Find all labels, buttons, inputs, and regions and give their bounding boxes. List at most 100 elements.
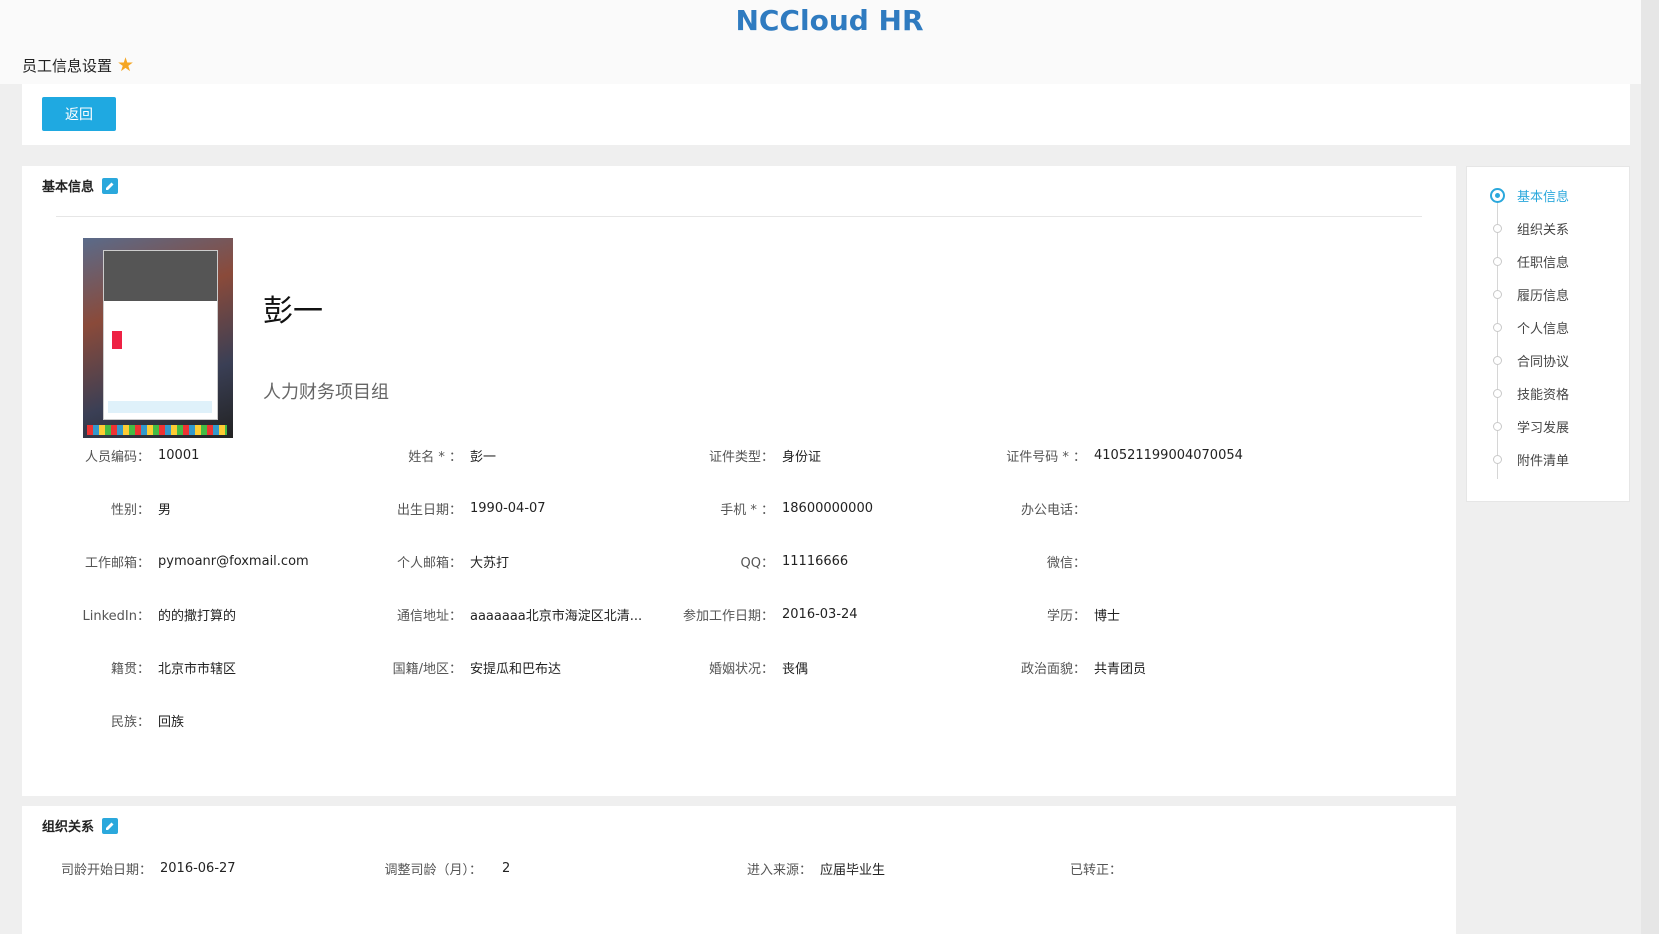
nav-item-label: 履历信息 [1517, 288, 1570, 304]
field-label: LinkedIn： [82, 608, 150, 624]
field-native-place: 籍贯： 北京市市辖区 [62, 657, 236, 677]
employee-department: 人力财务项目组 [263, 382, 389, 403]
nav-dot-icon [1493, 322, 1502, 332]
nav-item-label: 基本信息 [1517, 189, 1570, 205]
field-value: 2016-03-24 [782, 606, 858, 622]
field-ethnicity: 民族： 回族 [62, 710, 184, 730]
field-address: 通信地址： aaaaaaa北京市海淀区北清... [374, 604, 642, 624]
employee-photo [83, 238, 233, 438]
field-value: 大苏打 [470, 555, 510, 571]
org-relations-title: 组织关系 [42, 820, 95, 835]
field-qq: QQ： 11116666 [674, 551, 849, 571]
nav-item-label: 组织关系 [1517, 222, 1570, 238]
nav-item-label: 任职信息 [1517, 255, 1570, 271]
field-label: 性别： [110, 502, 150, 518]
field-value: pymoanr@foxmail.com [158, 553, 309, 569]
field-value: 410521199004070054 [1094, 447, 1243, 463]
field-gender: 性别： 男 [62, 498, 171, 518]
field-label: 进入来源： [746, 862, 812, 878]
field-label: 办公电话： [1020, 502, 1086, 518]
field-label: 通信地址： [396, 608, 462, 624]
field-value: 应届毕业生 [820, 862, 886, 878]
page-title: 员工信息设置 [22, 57, 113, 75]
field-value: aaaaaaa北京市海淀区北清... [470, 608, 643, 624]
field-label: 已转正： [1069, 862, 1122, 878]
favorite-star-icon[interactable]: ★ [117, 56, 134, 75]
field-office-phone: 办公电话： [970, 498, 1094, 518]
field-label: 学历： [1046, 608, 1086, 624]
nav-item-job-info[interactable]: 任职信息 [1467, 249, 1629, 273]
field-value: 安提瓜和巴布达 [470, 661, 562, 677]
edit-org-relations-icon[interactable] [102, 817, 119, 834]
field-label: 民族： [110, 714, 150, 730]
field-name: 姓名 * ： 彭一 [374, 445, 496, 465]
field-label: 手机 * ： [720, 502, 774, 518]
field-label: 人员编码： [84, 449, 150, 465]
nav-item-learning[interactable]: 学习发展 [1467, 414, 1629, 438]
nav-item-basic-info[interactable]: 基本信息 [1467, 183, 1629, 207]
nav-dot-icon [1493, 289, 1502, 299]
field-wechat: 微信： [970, 551, 1094, 571]
nav-dot-icon [1493, 256, 1502, 266]
field-label: 司龄开始日期： [60, 862, 152, 878]
field-label: 出生日期： [396, 502, 462, 518]
field-label: 工作邮箱： [84, 555, 150, 571]
field-mobile: 手机 * ： 18600000000 [674, 498, 873, 518]
field-id-number: 证件号码 * ： 410521199004070054 [970, 445, 1243, 465]
top-bar: NCCloud HR [0, 0, 1659, 48]
basic-info-title: 基本信息 [42, 180, 95, 195]
org-relations-panel: 组织关系 司龄开始日期： 2016-06-27 调整司龄（月）： 2 进入来源：… [22, 806, 1456, 934]
nav-item-label: 个人信息 [1517, 321, 1570, 337]
field-value: 博士 [1094, 608, 1121, 624]
field-label: 婚姻状况： [708, 661, 774, 677]
edit-basic-info-icon[interactable] [102, 177, 119, 194]
back-button[interactable]: 返回 [42, 97, 116, 131]
field-political-status: 政治面貌： 共青团员 [970, 657, 1146, 677]
field-label: 政治面貌： [1020, 661, 1086, 677]
field-value: 1990-04-07 [470, 500, 546, 516]
nav-dot-icon [1493, 223, 1502, 233]
field-value: 身份证 [782, 449, 822, 465]
field-entry-source: 进入来源： 应届毕业生 [712, 858, 885, 878]
nav-dot-icon [1490, 187, 1505, 203]
field-value: 丧偶 [782, 661, 809, 677]
nav-dot-icon [1493, 388, 1502, 398]
field-value: 10001 [158, 447, 200, 463]
field-label: 参加工作日期： [682, 608, 774, 624]
nav-item-label: 技能资格 [1517, 387, 1570, 403]
field-value: 18600000000 [782, 500, 873, 516]
nav-item-personal-info[interactable]: 个人信息 [1467, 315, 1629, 339]
field-birth-date: 出生日期： 1990-04-07 [374, 498, 546, 518]
nav-item-label: 附件清单 [1517, 453, 1570, 469]
field-personal-email: 个人邮箱： 大苏打 [374, 551, 509, 571]
nav-item-contracts[interactable]: 合同协议 [1467, 348, 1629, 372]
nav-dot-icon [1493, 355, 1502, 365]
field-work-start-date: 参加工作日期： 2016-03-24 [674, 604, 858, 624]
field-staff-code: 人员编码： 10001 [62, 445, 199, 465]
employee-name: 彭一 [263, 294, 323, 329]
org-relations-header: 组织关系 [42, 816, 119, 835]
page-title-wrap: 员工信息设置 ★ [22, 55, 134, 76]
field-tenure-adjust: 调整司龄（月）： 2 [362, 858, 510, 878]
nav-item-org-relations[interactable]: 组织关系 [1467, 216, 1629, 240]
nav-dot-icon [1493, 454, 1502, 464]
basic-info-header: 基本信息 [42, 176, 119, 195]
field-label: 个人邮箱： [396, 555, 462, 571]
nav-item-skills[interactable]: 技能资格 [1467, 381, 1629, 405]
nav-dot-icon [1493, 421, 1502, 431]
field-value: 2016-06-27 [160, 860, 236, 876]
nav-item-resume-info[interactable]: 履历信息 [1467, 282, 1629, 306]
app-title: NCCloud HR [735, 4, 924, 37]
field-value: 11116666 [782, 553, 849, 569]
field-education: 学历： 博士 [970, 604, 1120, 624]
field-value: 回族 [158, 714, 185, 730]
page-scrollbar[interactable] [1641, 0, 1659, 934]
page-header [0, 48, 1659, 84]
nav-item-attachments[interactable]: 附件清单 [1467, 447, 1629, 471]
section-divider [56, 216, 1422, 217]
button-bar: 返回 [22, 84, 1630, 145]
field-label: 籍贯： [110, 661, 150, 677]
field-label: 证件号码 * ： [1006, 449, 1086, 465]
basic-info-panel: 基本信息 彭一 人力财务项目组 人员编码： 10001 姓名 * ： 彭一 证件… [22, 166, 1456, 796]
field-marital-status: 婚姻状况： 丧偶 [674, 657, 808, 677]
